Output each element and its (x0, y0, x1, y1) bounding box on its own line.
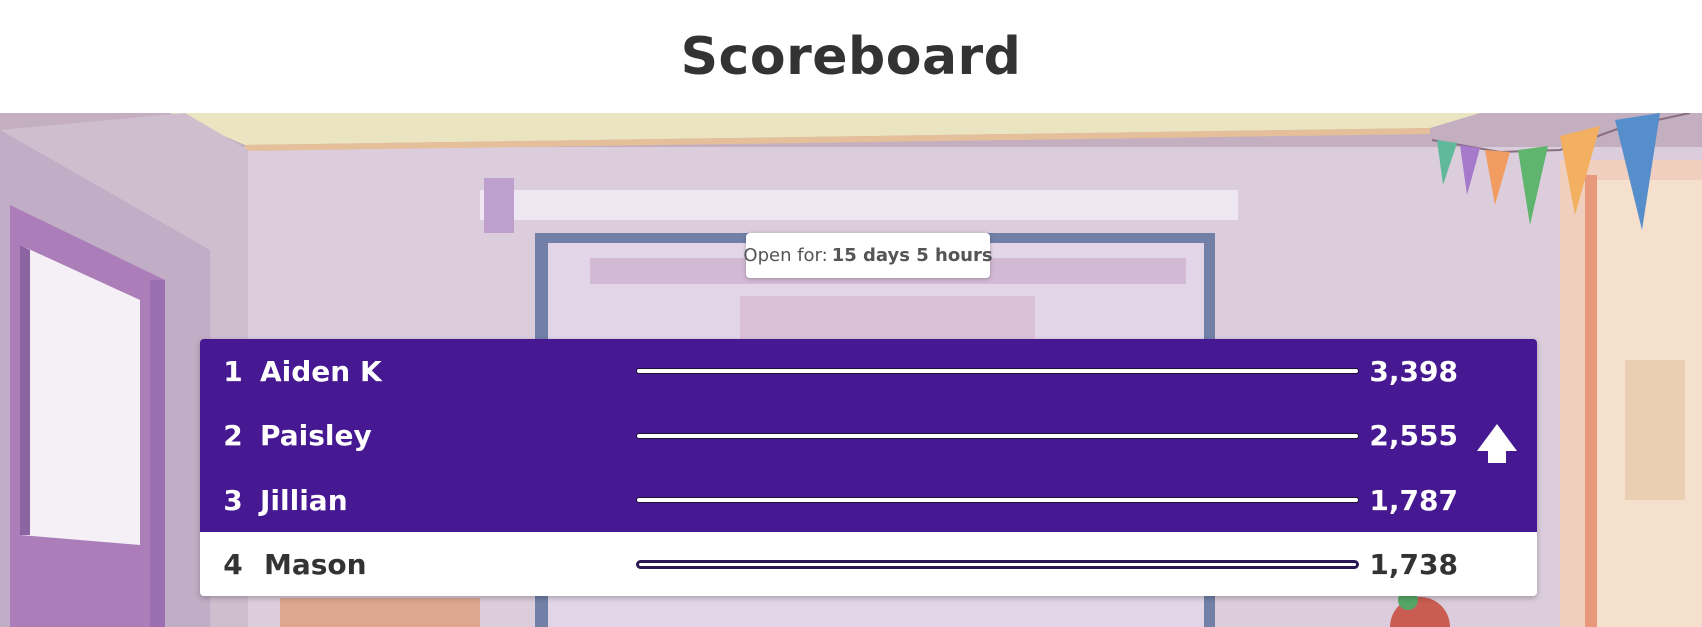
score-progress-bar (636, 432, 1359, 439)
scoreboard-row: 1 Aiden K 3,398 (200, 339, 1537, 404)
open-for-label: Open for: (743, 245, 828, 266)
arrow-up-icon (1477, 423, 1517, 463)
scoreboard-list: 1 Aiden K 3,398 2 Paisley 2,555 3 Jillia… (200, 339, 1537, 596)
player-score: 1,738 (1369, 547, 1458, 581)
open-for-badge: Open for: 15 days 5 hours (743, 233, 993, 278)
rank-number: 3 (223, 483, 243, 517)
open-for-value: 15 days 5 hours (831, 245, 993, 266)
rank-number: 4 (223, 547, 243, 581)
scoreboard-row-highlighted: 4 Mason 1,738 (200, 532, 1537, 596)
player-score: 2,555 (1369, 419, 1458, 453)
player-score: 3,398 (1369, 354, 1458, 388)
player-name: Aiden K (260, 354, 382, 388)
rank-number: 2 (223, 419, 243, 453)
score-progress-bar (636, 497, 1359, 503)
player-name: Mason (264, 547, 367, 581)
score-progress-bar (636, 560, 1359, 569)
scoreboard-row: 2 Paisley 2,555 (200, 403, 1537, 468)
scoreboard-row: 3 Jillian 1,787 (200, 468, 1537, 533)
page-header: Scoreboard (0, 0, 1702, 113)
score-progress-bar (636, 368, 1359, 374)
page-title: Scoreboard (680, 26, 1022, 87)
player-score: 1,787 (1369, 483, 1458, 517)
player-name: Paisley (260, 419, 372, 453)
rank-number: 1 (223, 354, 243, 388)
player-name: Jillian (260, 483, 348, 517)
